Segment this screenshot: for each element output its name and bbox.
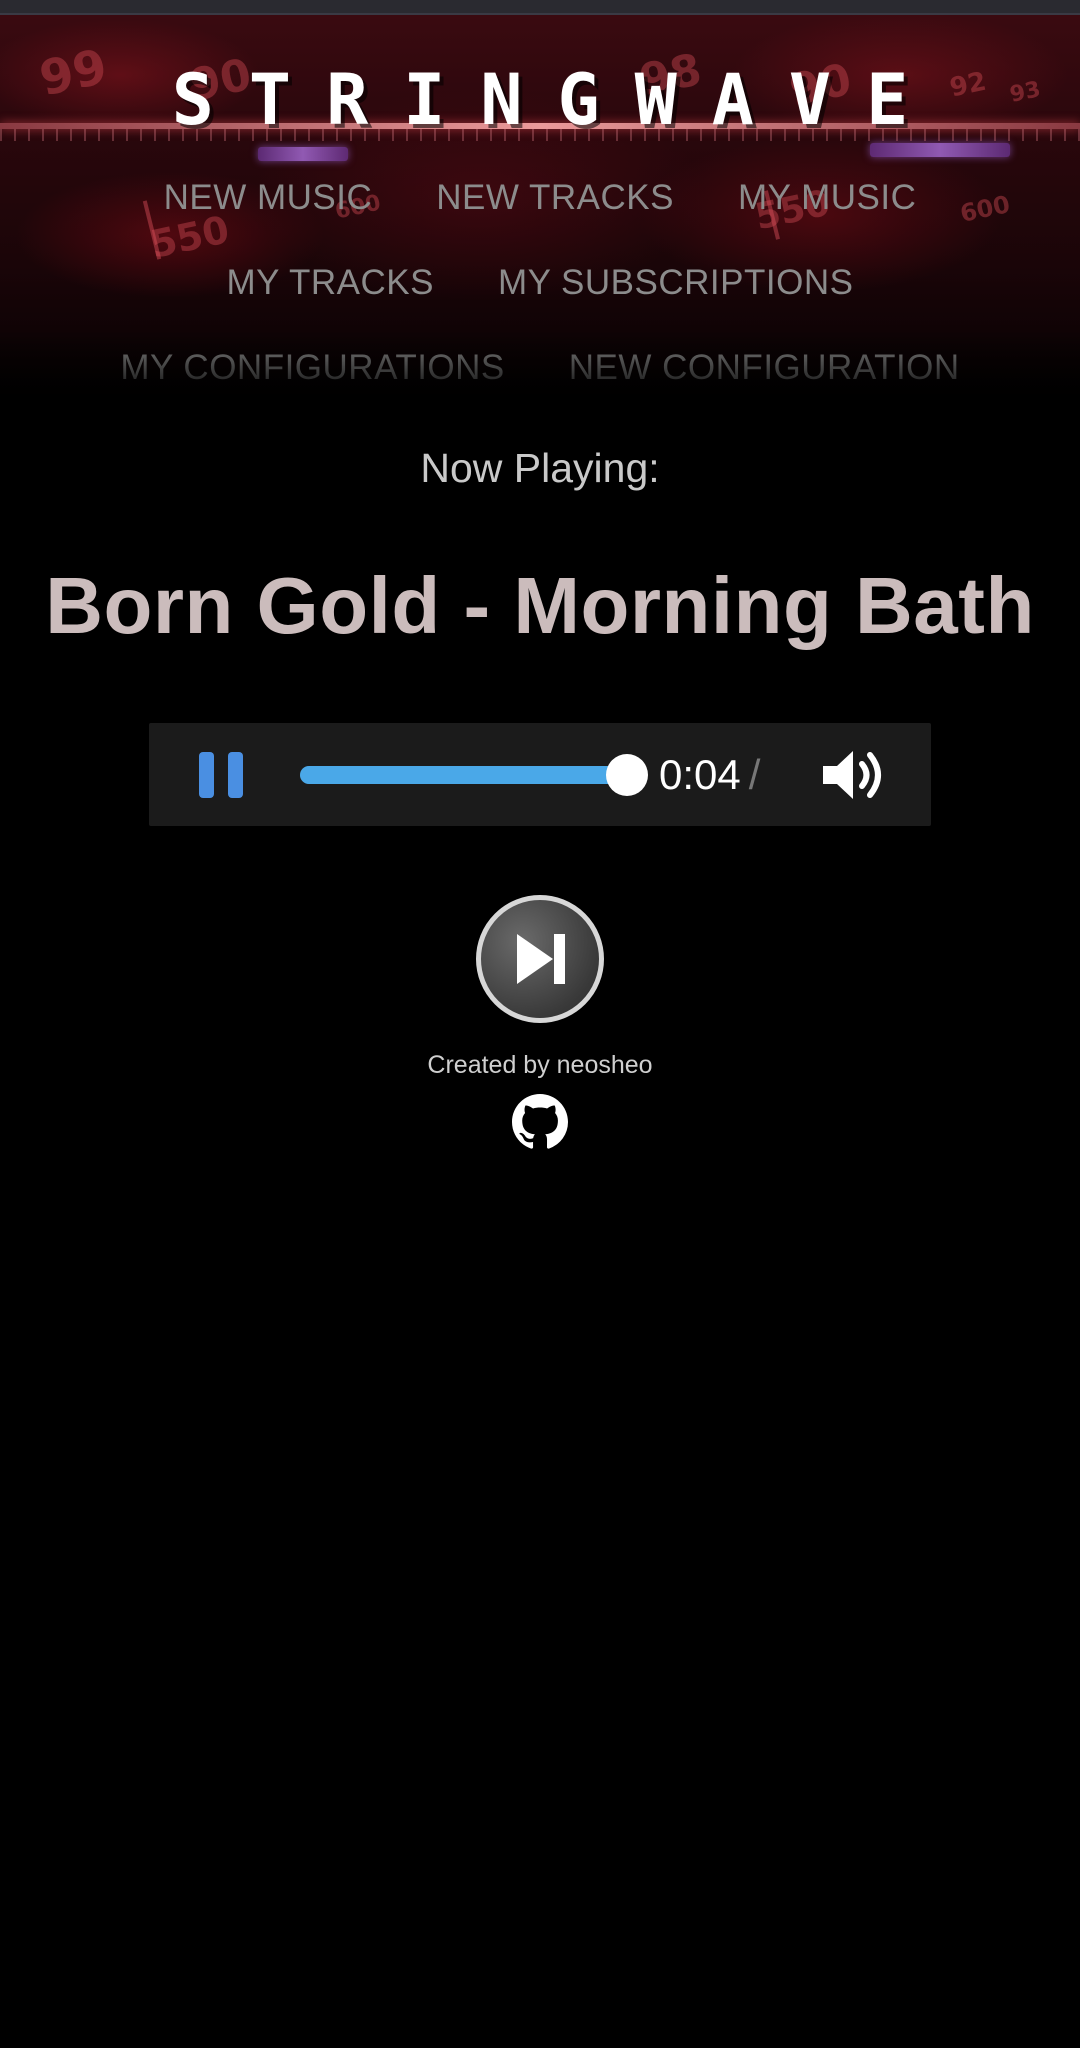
nav-row: MY CONFIGURATIONS NEW CONFIGURATION — [0, 325, 1080, 400]
volume-icon[interactable] — [821, 747, 891, 803]
browser-top-bar — [0, 0, 1080, 15]
nav-new-tracks[interactable]: NEW TRACKS — [404, 178, 706, 218]
time-separator: / — [748, 751, 761, 798]
seek-bar[interactable] — [300, 754, 648, 796]
nav-row: MY TRACKS MY SUBSCRIPTIONS — [0, 240, 1080, 325]
seek-bar-progress — [300, 766, 627, 784]
nav-my-tracks[interactable]: MY TRACKS — [195, 263, 466, 303]
now-playing-heading: Now Playing: — [420, 445, 660, 491]
header-banner: 99 90 98 90 92 93 550 600 550 600 STRING… — [0, 15, 1080, 400]
time-readout: 0:04/ — [659, 750, 760, 800]
github-icon[interactable] — [512, 1094, 568, 1150]
nav-new-configuration[interactable]: NEW CONFIGURATION — [537, 348, 992, 388]
credit-text: Created by neosheo — [427, 1051, 653, 1079]
current-time: 0:04 — [659, 751, 741, 798]
audio-player: 0:04/ — [149, 723, 931, 826]
skip-next-button[interactable] — [476, 895, 604, 1023]
main-nav: NEW MUSIC NEW TRACKS MY MUSIC MY TRACKS … — [0, 155, 1080, 400]
nav-row: NEW MUSIC NEW TRACKS MY MUSIC — [0, 155, 1080, 240]
nav-my-configurations[interactable]: MY CONFIGURATIONS — [88, 348, 536, 388]
seek-bar-thumb[interactable] — [606, 754, 648, 796]
nav-new-music[interactable]: NEW MUSIC — [132, 178, 405, 218]
track-title: Born Gold - Morning Bath — [45, 561, 1035, 650]
skip-next-icon — [517, 934, 565, 984]
brand-logo[interactable]: STRINGWAVE — [0, 60, 1080, 140]
nav-my-subscriptions[interactable]: MY SUBSCRIPTIONS — [466, 263, 885, 303]
nav-my-music[interactable]: MY MUSIC — [706, 178, 948, 218]
pause-icon[interactable] — [199, 752, 243, 798]
